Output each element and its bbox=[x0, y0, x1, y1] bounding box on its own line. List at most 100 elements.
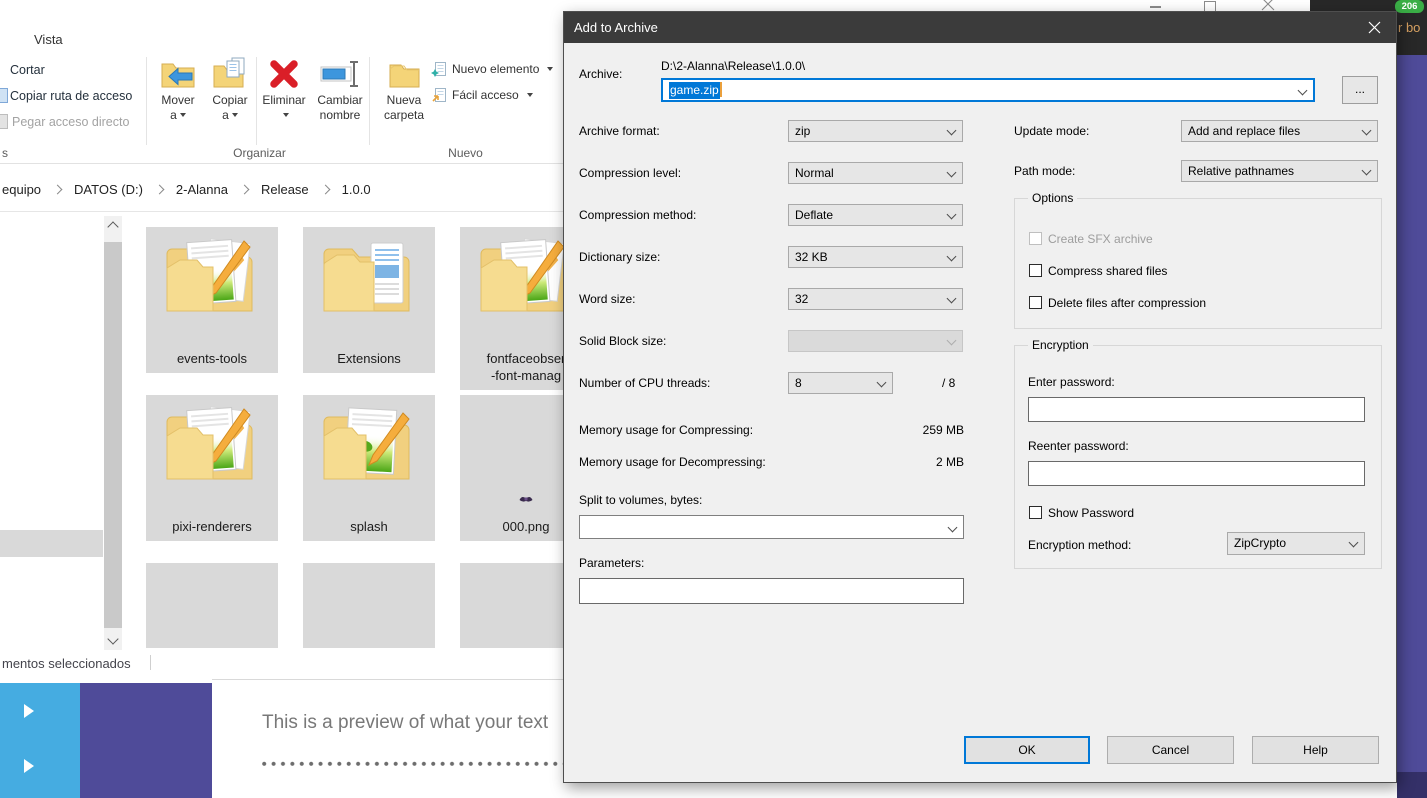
breadcrumb-item[interactable]: Release bbox=[261, 182, 309, 197]
dialog-close-button[interactable] bbox=[1352, 12, 1396, 43]
breadcrumb-bottom-border bbox=[0, 211, 563, 212]
file-name: splash bbox=[293, 518, 445, 536]
add-to-archive-dialog: Add to Archive Archive: D:\2-Alanna\Rele… bbox=[563, 11, 1397, 783]
group-label-new: Nuevo bbox=[373, 146, 558, 160]
browse-button[interactable]: ... bbox=[1342, 76, 1378, 104]
file-tile-partial[interactable] bbox=[303, 563, 435, 648]
paste-shortcut-button[interactable]: Pegar acceso directo bbox=[12, 115, 129, 129]
ok-button[interactable]: OK bbox=[964, 736, 1090, 764]
archive-format-label: Archive format: bbox=[579, 124, 660, 138]
update-mode-label: Update mode: bbox=[1014, 124, 1089, 138]
breadcrumb-chevron-icon bbox=[154, 185, 164, 195]
archive-name-combobox[interactable]: game.zip bbox=[661, 78, 1315, 102]
dropdown-arrow-icon bbox=[232, 113, 238, 117]
cut-button[interactable]: Cortar bbox=[10, 63, 45, 77]
options-group-title: Options bbox=[1028, 191, 1077, 205]
minimize-icon[interactable] bbox=[1150, 6, 1161, 8]
memory-compress-value: 259 MB bbox=[874, 423, 964, 437]
chevron-down-icon bbox=[947, 252, 957, 262]
copy-to-icon bbox=[212, 57, 248, 90]
copy-path-button[interactable]: Copiar ruta de acceso bbox=[10, 89, 132, 103]
breadcrumb-item[interactable]: 2-Alanna bbox=[176, 182, 228, 197]
encryption-method-select[interactable]: ZipCrypto bbox=[1227, 532, 1365, 555]
cpu-threads-select[interactable]: 8 bbox=[788, 372, 893, 394]
scrollbar-thumb[interactable] bbox=[104, 242, 122, 628]
folder-icon bbox=[160, 403, 264, 495]
reenter-password-label: Reenter password: bbox=[1028, 439, 1129, 453]
archive-filename: game.zip bbox=[669, 82, 720, 99]
copy-to-button[interactable]: Copiar a bbox=[202, 57, 258, 123]
folder-icon bbox=[160, 235, 264, 327]
tab-vista[interactable]: Vista bbox=[34, 32, 63, 47]
path-mode-select[interactable]: Relative pathnames bbox=[1181, 160, 1378, 182]
breadcrumb-item[interactable]: DATOS (D:) bbox=[74, 182, 143, 197]
parameters-input[interactable] bbox=[579, 578, 964, 604]
close-icon bbox=[1368, 21, 1381, 34]
breadcrumb-item[interactable]: 1.0.0 bbox=[342, 182, 371, 197]
reenter-password-input[interactable] bbox=[1028, 461, 1365, 486]
delete-after-label: Delete files after compression bbox=[1048, 296, 1206, 310]
archive-format-select[interactable]: zip bbox=[788, 120, 963, 142]
breadcrumb-chevron-icon bbox=[53, 185, 63, 195]
word-size-select[interactable]: 32 bbox=[788, 288, 963, 310]
show-password-checkbox[interactable] bbox=[1029, 506, 1042, 519]
new-item-button[interactable]: Nuevo elemento bbox=[431, 61, 553, 77]
preview-blue-panel bbox=[0, 683, 80, 798]
help-button[interactable]: Help bbox=[1252, 736, 1379, 764]
play-icon[interactable] bbox=[24, 759, 34, 773]
easy-access-icon bbox=[431, 87, 447, 103]
compress-shared-checkbox[interactable] bbox=[1029, 264, 1042, 277]
scrollbar-down-button[interactable] bbox=[104, 632, 122, 650]
archive-path: D:\2-Alanna\Release\1.0.0\ bbox=[661, 59, 805, 73]
dropdown-arrow-icon bbox=[180, 113, 186, 117]
close-icon[interactable] bbox=[1261, 0, 1275, 11]
create-sfx-checkbox bbox=[1029, 232, 1042, 245]
breadcrumb-chevron-icon bbox=[240, 185, 250, 195]
solid-block-size-select bbox=[788, 330, 963, 352]
folder-icon bbox=[317, 403, 421, 495]
dictionary-size-label: Dictionary size: bbox=[579, 250, 660, 264]
group-label-clipboard: s bbox=[2, 146, 8, 160]
new-folder-button[interactable]: Nueva carpeta bbox=[375, 57, 433, 123]
parameters-label: Parameters: bbox=[579, 556, 644, 570]
move-to-button[interactable]: Mover a bbox=[150, 57, 206, 123]
file-tile-splash[interactable]: splash bbox=[303, 395, 435, 541]
dialog-title: Add to Archive bbox=[574, 12, 658, 43]
cancel-button[interactable]: Cancel bbox=[1107, 736, 1234, 764]
chevron-down-icon bbox=[947, 336, 957, 346]
file-tile-pixi-renderers[interactable]: pixi-renderers bbox=[146, 395, 278, 541]
update-mode-select[interactable]: Add and replace files bbox=[1181, 120, 1378, 142]
enter-password-input[interactable] bbox=[1028, 397, 1365, 422]
nav-pane-selected-item[interactable] bbox=[0, 530, 103, 557]
create-sfx-label: Create SFX archive bbox=[1048, 232, 1153, 246]
play-icon[interactable] bbox=[24, 704, 34, 718]
split-volumes-combobox[interactable] bbox=[579, 515, 964, 539]
dropdown-arrow-icon bbox=[527, 93, 533, 97]
paste-shortcut-icon bbox=[0, 114, 8, 129]
chevron-down-icon bbox=[1362, 166, 1372, 176]
screen: Vista Cortar Copiar ruta de acceso Pegar… bbox=[0, 0, 1427, 798]
compression-method-select[interactable]: Deflate bbox=[788, 204, 963, 226]
delete-button[interactable]: Eliminar bbox=[257, 57, 311, 123]
chevron-down-icon bbox=[947, 210, 957, 220]
delete-after-checkbox[interactable] bbox=[1029, 296, 1042, 309]
file-tile-extensions[interactable]: Extensions bbox=[303, 227, 435, 373]
compression-level-select[interactable]: Normal bbox=[788, 162, 963, 184]
dialog-titlebar[interactable]: Add to Archive bbox=[564, 12, 1396, 43]
breadcrumb-item[interactable]: equipo bbox=[2, 182, 41, 197]
rename-button[interactable]: Cambiar nombre bbox=[309, 57, 371, 123]
split-volumes-label: Split to volumes, bytes: bbox=[579, 493, 702, 507]
chevron-down-icon bbox=[1349, 538, 1359, 548]
word-size-label: Word size: bbox=[579, 292, 635, 306]
compression-method-label: Compression method: bbox=[579, 208, 696, 222]
scrollbar-up-button[interactable] bbox=[104, 216, 122, 234]
compression-level-label: Compression level: bbox=[579, 166, 681, 180]
file-tile-partial[interactable] bbox=[146, 563, 278, 648]
path-mode-label: Path mode: bbox=[1014, 164, 1075, 178]
file-name: events-tools bbox=[136, 350, 288, 368]
breadcrumb: equipo DATOS (D:) 2-Alanna Release 1.0.0 bbox=[2, 182, 371, 197]
png-image-icon bbox=[518, 493, 534, 506]
dictionary-size-select[interactable]: 32 KB bbox=[788, 246, 963, 268]
file-tile-events-tools[interactable]: events-tools bbox=[146, 227, 278, 373]
easy-access-button[interactable]: Fácil acceso bbox=[431, 87, 533, 103]
